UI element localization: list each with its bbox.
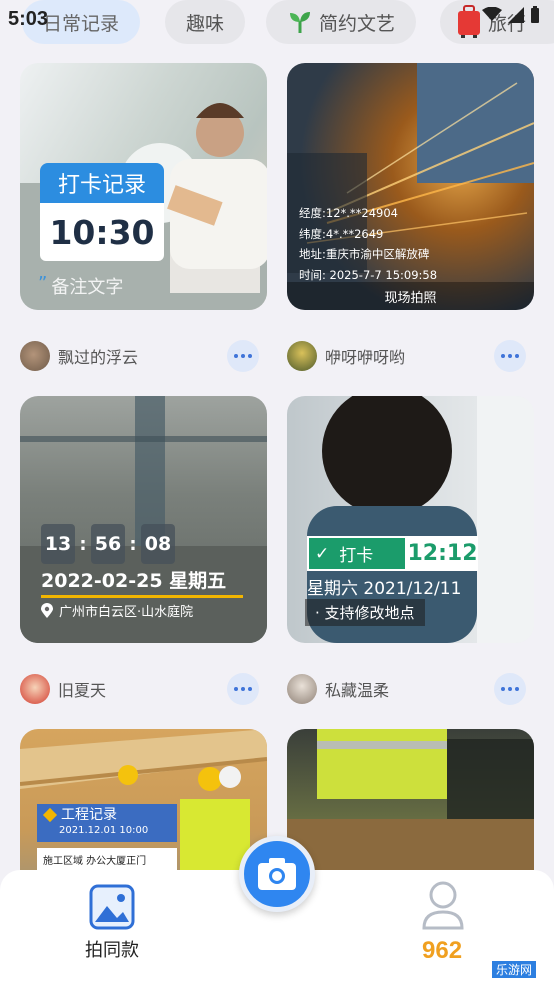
author-name: 飘过的浮云 [58, 348, 139, 367]
author-name: 旧夏天 [58, 681, 107, 700]
nav-profile[interactable] [420, 880, 466, 936]
quote-icon: ” [38, 273, 48, 294]
status-time: 5:03 [8, 8, 49, 30]
minute-digit: 56 [91, 524, 125, 564]
hour-digit: 13 [41, 524, 75, 564]
more-button[interactable] [494, 340, 526, 372]
wifi-icon [482, 7, 502, 21]
template-card-site-photo[interactable]: 经度:12*.**24904 纬度:4*.**2649 地址:重庆市渝中区解放碑… [287, 63, 534, 310]
user-icon [422, 881, 464, 930]
avatar [287, 341, 317, 371]
tab-label: 趣味 [185, 12, 224, 35]
stamp-title: 打卡记录 [40, 163, 164, 203]
avatar [287, 674, 317, 704]
accent-line [41, 595, 243, 598]
camera-icon [258, 858, 296, 890]
author-row[interactable]: 咿呀咿呀哟 [287, 339, 405, 373]
author-name: 咿呀咿呀哟 [325, 348, 406, 367]
address-text: 地址:重庆市渝中区解放碑 [299, 247, 430, 261]
longitude-text: 经度:12*.**24904 [299, 206, 398, 220]
caption: 现场拍照 [287, 282, 534, 310]
check-icon: ✓ [315, 543, 330, 564]
tab-label: 简约文艺 [318, 12, 395, 35]
avatar [20, 674, 50, 704]
note-text: ” 备注文字 [38, 273, 124, 298]
punch-badge: ✓ 打卡 12:12 [307, 536, 478, 571]
date-weekday: 2022-02-25 星期五 [41, 570, 227, 592]
colon: : [129, 533, 137, 555]
edit-location-tag: · 支持修改地点 [305, 599, 425, 626]
author-row[interactable]: 私藏温柔 [287, 672, 389, 706]
tab-label: 日常记录 [42, 12, 119, 35]
site-watermark: 962.NET 乐游网 [414, 935, 548, 981]
template-card-punch[interactable]: ✓ 打卡 12:12 星期六 2021/12/11 · 支持修改地点 [287, 396, 534, 643]
battery-icon [531, 6, 539, 23]
date-weekday: 星期六 2021/12/11 [307, 579, 462, 599]
nav-label: 拍同款 [85, 940, 139, 961]
category-tabs: 5:03 日常记录 趣味 简约文艺 旅行 [0, 0, 554, 48]
location-line: 广州市白云区·山水庭院 [41, 601, 193, 620]
diamond-icon [42, 807, 58, 823]
punch-left: ✓ 打卡 [307, 536, 407, 571]
watermark-sub: 乐游网 [492, 961, 537, 978]
work-area: 施工区域 办公大厦正门 [37, 848, 177, 870]
latitude-text: 纬度:4*.**2649 [299, 226, 384, 241]
status-icons [482, 6, 540, 24]
checkin-stamp: 打卡记录 10:30 [40, 163, 164, 265]
avatar [20, 341, 50, 371]
template-card-clock[interactable]: 13 : 56 : 08 2022-02-25 星期五 广州市白云区·山水庭院 [20, 396, 267, 643]
stamp-time: 10:30 [40, 203, 164, 261]
template-card-checkin[interactable]: 打卡记录 10:30 ” 备注文字 [20, 63, 267, 310]
location-pin-icon [41, 603, 53, 618]
engineering-stamp: 工程记录 2021.12.01 10:00 施工区域 办公大厦正门 [37, 804, 177, 870]
suitcase-icon [458, 5, 480, 38]
more-button[interactable] [227, 340, 259, 372]
punch-time: 12:12 [407, 536, 478, 571]
tab-fun[interactable]: 趣味 [165, 0, 245, 44]
author-row[interactable]: 飘过的浮云 [20, 339, 138, 373]
stamp-date: 2021.12.01 10:00 [59, 825, 149, 836]
tab-simple-art[interactable]: 简约文艺 [266, 0, 416, 44]
more-button[interactable] [494, 673, 526, 705]
more-button[interactable] [227, 673, 259, 705]
location-info: 经度:12*.**24904 纬度:4*.**2649 地址:重庆市渝中区解放碑… [299, 203, 437, 285]
stamp-header: 工程记录 2021.12.01 10:00 [37, 804, 177, 842]
image-icon [89, 884, 135, 930]
camera-button[interactable] [239, 836, 315, 912]
author-name: 私藏温柔 [325, 681, 390, 700]
clock-display: 13 : 56 : 08 [41, 524, 175, 564]
colon: : [79, 533, 87, 555]
sprout-icon [289, 12, 310, 33]
second-digit: 08 [141, 524, 175, 564]
signal-icon [508, 7, 524, 23]
author-row[interactable]: 旧夏天 [20, 672, 106, 706]
nav-copy-template[interactable]: 拍同款 [82, 884, 142, 962]
